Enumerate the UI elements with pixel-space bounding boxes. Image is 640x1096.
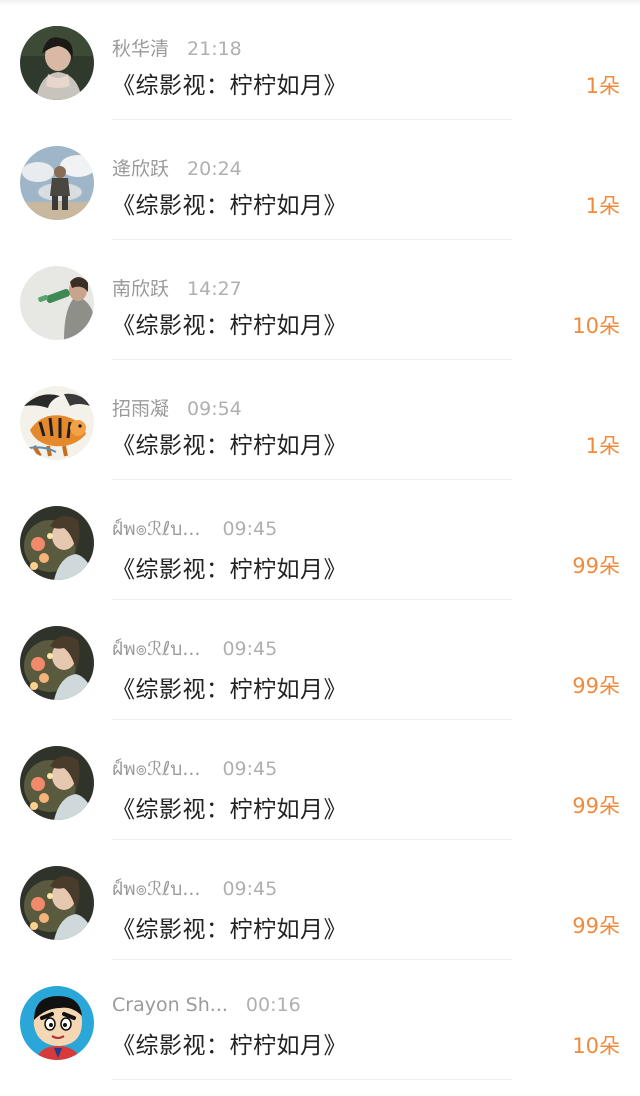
girl-flowers-avatar-icon xyxy=(20,506,94,580)
sky-figure-avatar-icon xyxy=(20,146,94,220)
avatar[interactable] xyxy=(20,386,94,460)
item-meta: 招雨凝 09:54 xyxy=(112,394,242,421)
list-item[interactable]: ฝ์พ๏ℛℓบ... 09:45 《综影视：柠柠如月》 99朵 xyxy=(0,840,640,960)
user-name[interactable]: Crayon Sh... xyxy=(112,994,228,1016)
item-meta: ฝ์พ๏ℛℓบ... 09:45 xyxy=(112,514,278,540)
flower-count: 1朵 xyxy=(585,74,620,98)
timestamp: 09:45 xyxy=(222,878,278,900)
list-item[interactable]: ฝ์พ๏ℛℓบ... 09:45 《综影视：柠柠如月》 99朵 xyxy=(0,600,640,720)
avatar[interactable] xyxy=(20,746,94,820)
divider xyxy=(112,1079,512,1080)
list-item[interactable]: 秋华清 21:18 《综影视：柠柠如月》 1朵 xyxy=(0,0,640,120)
person-drinking-avatar-icon xyxy=(20,266,94,340)
cartoon-boy-avatar-icon xyxy=(20,986,94,1060)
list-item[interactable]: 南欣跃 14:27 《综影视：柠柠如月》 10朵 xyxy=(0,240,640,360)
flower-count: 99朵 xyxy=(572,674,620,698)
list-item[interactable]: Crayon Sh... 00:16 《综影视：柠柠如月》 10朵 xyxy=(0,960,640,1080)
item-meta: ฝ์พ๏ℛℓบ... 09:45 xyxy=(112,634,278,660)
flower-count: 1朵 xyxy=(585,194,620,218)
girl-flowers-avatar-icon xyxy=(20,866,94,940)
user-name[interactable]: ฝ์พ๏ℛℓบ... xyxy=(112,634,200,664)
tiger-avatar-icon xyxy=(20,386,94,460)
avatar[interactable] xyxy=(20,26,94,100)
girl-flowers-avatar-icon xyxy=(20,746,94,820)
user-name[interactable]: 招雨凝 xyxy=(112,394,169,421)
list-item[interactable]: 招雨凝 09:54 《综影视：柠柠如月》 1朵 xyxy=(0,360,640,480)
timestamp: 14:27 xyxy=(187,278,242,300)
timestamp: 20:24 xyxy=(187,158,242,180)
list-item[interactable]: ฝ์พ๏ℛℓบ... 09:45 《综影视：柠柠如月》 99朵 xyxy=(0,480,640,600)
user-name[interactable]: 秋华清 xyxy=(112,34,169,61)
item-meta: 秋华清 21:18 xyxy=(112,34,242,61)
item-meta: ฝ์พ๏ℛℓบ... 09:45 xyxy=(112,754,278,780)
user-name[interactable]: ฝ์พ๏ℛℓบ... xyxy=(112,874,200,904)
timestamp: 21:18 xyxy=(187,38,242,60)
work-title[interactable]: 《综影视：柠柠如月》 xyxy=(112,790,347,824)
user-name[interactable]: ฝ์พ๏ℛℓบ... xyxy=(112,754,200,784)
timestamp: 09:54 xyxy=(187,398,242,420)
item-meta: Crayon Sh... 00:16 xyxy=(112,994,301,1018)
user-name[interactable]: ฝ์พ๏ℛℓบ... xyxy=(112,514,200,544)
work-title[interactable]: 《综影视：柠柠如月》 xyxy=(112,426,347,460)
avatar[interactable] xyxy=(20,506,94,580)
list-item[interactable]: 逄欣跃 20:24 《综影视：柠柠如月》 1朵 xyxy=(0,120,640,240)
avatar[interactable] xyxy=(20,266,94,340)
flower-count: 99朵 xyxy=(572,794,620,818)
timestamp: 09:45 xyxy=(222,518,278,540)
work-title[interactable]: 《综影视：柠柠如月》 xyxy=(112,670,347,704)
work-title[interactable]: 《综影视：柠柠如月》 xyxy=(112,306,347,340)
list-item[interactable]: ฝ์พ๏ℛℓบ... 09:45 《综影视：柠柠如月》 99朵 xyxy=(0,720,640,840)
user-name[interactable]: 南欣跃 xyxy=(112,274,169,301)
girl-flowers-avatar-icon xyxy=(20,626,94,700)
flower-count: 99朵 xyxy=(572,554,620,578)
item-meta: 逄欣跃 20:24 xyxy=(112,154,242,181)
work-title[interactable]: 《综影视：柠柠如月》 xyxy=(112,66,347,100)
item-meta: ฝ์พ๏ℛℓบ... 09:45 xyxy=(112,874,278,900)
work-title[interactable]: 《综影视：柠柠如月》 xyxy=(112,550,347,584)
timestamp: 00:16 xyxy=(245,994,301,1016)
woman-portrait-avatar-icon xyxy=(20,26,94,100)
flower-count: 10朵 xyxy=(572,314,620,338)
timestamp: 09:45 xyxy=(222,758,278,780)
flower-count: 99朵 xyxy=(572,914,620,938)
user-name[interactable]: 逄欣跃 xyxy=(112,154,169,181)
timestamp: 09:45 xyxy=(222,638,278,660)
flower-count: 1朵 xyxy=(585,434,620,458)
work-title[interactable]: 《综影视：柠柠如月》 xyxy=(112,1026,347,1060)
avatar[interactable] xyxy=(20,146,94,220)
flower-count: 10朵 xyxy=(572,1034,620,1058)
item-meta: 南欣跃 14:27 xyxy=(112,274,242,301)
work-title[interactable]: 《综影视：柠柠如月》 xyxy=(112,910,347,944)
work-title[interactable]: 《综影视：柠柠如月》 xyxy=(112,186,347,220)
avatar[interactable] xyxy=(20,866,94,940)
avatar[interactable] xyxy=(20,986,94,1060)
avatar[interactable] xyxy=(20,626,94,700)
